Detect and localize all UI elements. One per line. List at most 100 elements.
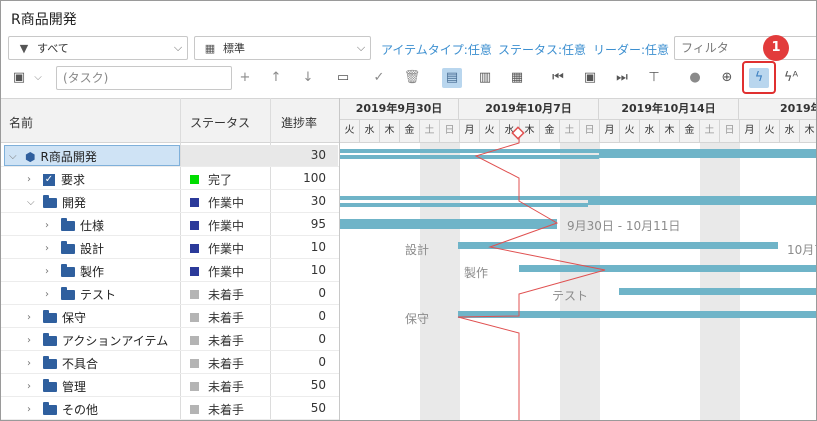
folder-icon (43, 355, 57, 369)
task-name: R商品開発 (40, 150, 97, 164)
status-color-icon (190, 175, 199, 184)
status-color-icon (190, 405, 199, 414)
chevron-right-icon[interactable]: › (27, 335, 39, 346)
status-color-icon (190, 244, 199, 253)
folder-icon (43, 401, 57, 415)
leader-filter-link[interactable]: リーダー:任意 (593, 41, 669, 58)
step-marker: 1 (763, 35, 789, 61)
column-header-status[interactable]: ステータス (190, 114, 250, 131)
table-row[interactable]: ⌵ 開発 作業中 30 (1, 190, 339, 213)
status-color-icon (190, 221, 199, 230)
chevron-right-icon[interactable]: › (27, 404, 39, 415)
critical-path-line (457, 126, 606, 420)
table-row[interactable]: › 保守 未着手 0 (1, 305, 339, 328)
task-name: 開発 (62, 196, 87, 210)
month-view-icon[interactable]: ▦ (507, 68, 527, 88)
task-progress: 10 (310, 240, 326, 254)
table-row[interactable]: › テスト 未着手 0 (1, 282, 339, 305)
chevron-right-icon[interactable]: › (27, 381, 39, 392)
dependency-icon[interactable]: ⊤ (644, 68, 664, 88)
chevron-right-icon[interactable]: › (45, 243, 57, 254)
table-row[interactable]: ⌵ ⬢ R商品開発 30 (1, 144, 339, 167)
day-view-icon[interactable]: ▤ (442, 68, 462, 88)
column-header-name[interactable]: 名前 (9, 114, 33, 131)
table-row[interactable]: › アクションアイテム 未着手 0 (1, 328, 339, 351)
chevron-down-icon[interactable]: ⌵ (31, 68, 45, 88)
pin-icon[interactable]: ● (685, 68, 705, 88)
view-filter-value: すべて (37, 42, 69, 55)
go-first-icon[interactable]: ⏮ (548, 68, 568, 88)
task-progress: 100 (303, 171, 326, 185)
trash-icon[interactable]: 🗑 (402, 68, 422, 88)
move-up-icon[interactable]: ↑ (266, 68, 286, 88)
go-last-icon[interactable]: ⏭ (612, 68, 632, 88)
add-icon[interactable]: + (235, 68, 255, 88)
chevron-right-icon[interactable]: › (27, 312, 39, 323)
task-progress: 0 (318, 355, 326, 369)
column-header-progress[interactable]: 進捗率 (281, 114, 317, 131)
today-marker (511, 126, 525, 140)
project-icon: ⬢ (25, 149, 36, 164)
approve-icon[interactable]: ✓ (369, 68, 389, 88)
folder-icon (43, 194, 57, 208)
task-status: 作業中 (208, 265, 245, 279)
layout-dropdown[interactable]: ▦ 標準 ⌵ (194, 36, 371, 60)
download-icon[interactable]: ⊕ (717, 68, 737, 88)
task-status: 未着手 (208, 380, 245, 394)
grid-header: 名前 ステータス 進捗率 (1, 98, 339, 143)
chevron-down-icon: ⌵ (173, 41, 183, 54)
today-icon[interactable]: ▣ (580, 68, 600, 88)
folder-icon (43, 309, 57, 323)
table-row[interactable]: › 管理 未着手 50 (1, 374, 339, 397)
task-status: 作業中 (208, 219, 245, 233)
table-row[interactable]: › 不具合 未着手 0 (1, 351, 339, 374)
task-progress: 0 (318, 309, 326, 323)
table-row[interactable]: › 仕様 作業中 95 (1, 213, 339, 236)
chevron-right-icon[interactable]: › (45, 220, 57, 231)
folder-icon (61, 240, 75, 254)
outline-icon[interactable]: ▭ (333, 68, 353, 88)
folder-icon (61, 263, 75, 277)
status-filter-link[interactable]: ステータス:任意 (498, 41, 586, 58)
item-type-filter-link[interactable]: アイテムタイプ:任意 (381, 41, 492, 58)
table-row[interactable]: › その他 未着手 50 (1, 397, 339, 420)
task-progress: 10 (310, 263, 326, 277)
filter-input[interactable]: フィルタ (674, 36, 816, 60)
task-name: 製作 (80, 265, 105, 279)
table-icon: ▦ (204, 41, 216, 55)
project-window: R商品開発 ▼ すべて ⌵ ▦ 標準 ⌵ アイテムタイプ:任意 ステータス:任意… (0, 0, 817, 421)
task-status: 作業中 (208, 242, 245, 256)
chevron-right-icon[interactable]: › (45, 289, 57, 300)
layout-value: 標準 (223, 42, 245, 55)
folder-icon (61, 217, 75, 231)
table-row[interactable]: › ✓ 要求 完了 100 (1, 167, 339, 190)
folder-icon (43, 332, 57, 346)
task-status: 未着手 (208, 403, 245, 417)
gantt-chart[interactable]: 2019年9月30日2019年10月7日2019年10月14日2019年10火水… (339, 98, 816, 420)
view-filter-dropdown[interactable]: ▼ すべて ⌵ (8, 36, 188, 60)
clipboard-icon[interactable]: ▣ (9, 68, 29, 88)
status-color-icon (190, 290, 199, 299)
chevron-down-icon[interactable]: ⌵ (27, 197, 39, 208)
task-name: テスト (80, 288, 117, 302)
task-name: その他 (62, 403, 99, 417)
chevron-down-icon: ⌵ (356, 41, 366, 54)
chevron-right-icon[interactable]: › (27, 358, 39, 369)
task-progress: 30 (310, 194, 326, 208)
task-input[interactable]: (タスク) (56, 66, 232, 90)
week-view-icon[interactable]: ▥ (475, 68, 495, 88)
task-progress: 0 (318, 286, 326, 300)
task-name: 要求 (61, 173, 86, 187)
task-name: アクションアイテム (62, 334, 169, 348)
task-status: 未着手 (208, 357, 245, 371)
move-down-icon[interactable]: ↓ (298, 68, 318, 88)
chevron-right-icon[interactable]: › (45, 266, 57, 277)
auto-schedule-icon[interactable]: ϟᴬ (781, 68, 801, 88)
table-row[interactable]: › 製作 作業中 10 (1, 259, 339, 282)
table-row[interactable]: › 設計 作業中 10 (1, 236, 339, 259)
task-name: 不具合 (62, 357, 99, 371)
chevron-right-icon[interactable]: › (27, 174, 39, 185)
task-name: 保守 (62, 311, 87, 325)
chevron-down-icon[interactable]: ⌵ (9, 151, 21, 162)
page-title: R商品開発 (11, 12, 77, 28)
